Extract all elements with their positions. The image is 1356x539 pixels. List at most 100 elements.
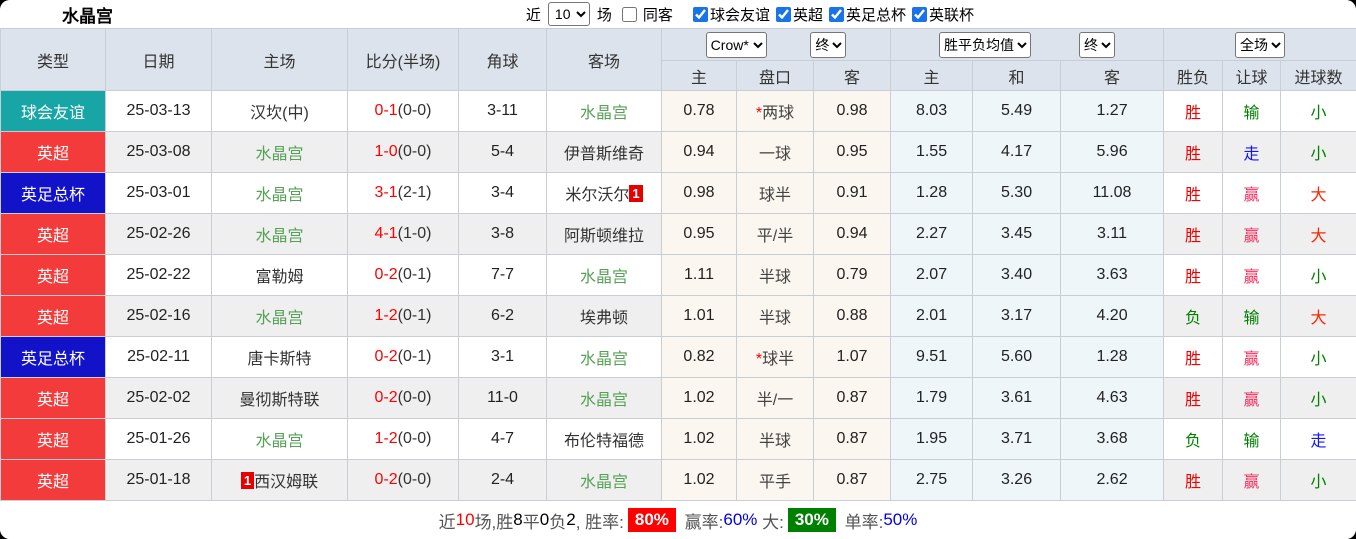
avg-draw-odds: 5.49 [972, 90, 1062, 132]
summary-segment: 平 [522, 512, 540, 532]
match-type-badge: 英超 [0, 459, 106, 501]
competition-label-1: 英超 [792, 6, 823, 24]
handicap-away-odds: 0.91 [812, 172, 892, 214]
avg-home-odds: 2.07 [890, 254, 974, 296]
handicap-home-odds: 1.02 [661, 377, 737, 419]
away-team: 布伦特福德 [546, 418, 662, 460]
top-bar: 水晶宫 近 10 场 同客 球会友谊 英超 英足总杯 英联杯 [0, 0, 1356, 28]
home-team: 水晶宫 [211, 418, 348, 460]
avg-time-select[interactable]: 终 [1079, 31, 1116, 58]
avg-draw-odds: 4.17 [972, 131, 1062, 173]
match-date: 25-02-02 [105, 377, 212, 419]
handicap-line: 平/半 [736, 213, 814, 255]
summary-segment: 60% [723, 510, 758, 529]
handicap-result: 赢 [1222, 254, 1282, 296]
match-stats-panel: 水晶宫 近 10 场 同客 球会友谊 英超 英足总杯 英联杯 类型 日期 主场 比分(… [0, 0, 1356, 539]
away-team: 水晶宫 [546, 336, 662, 378]
match-row: 英超 25-02-02 曼彻斯特联 0-2(0-0) 11-0 水晶宫 1.02 半/一 0.8… [0, 377, 1356, 419]
handicap-home-odds: 0.95 [661, 213, 737, 255]
summary-segment: 50% [883, 510, 918, 529]
handicap-result: 输 [1222, 295, 1282, 337]
outcome-result: 胜 [1163, 459, 1224, 501]
match-date: 25-02-22 [105, 254, 212, 296]
avg-away-odds: 3.11 [1060, 213, 1165, 255]
col-header-corner: 角球 [458, 28, 547, 91]
avg-odds-select[interactable]: 胜平负均值 [939, 31, 1032, 58]
away-team: 水晶宫 [546, 459, 662, 501]
summary-segment: 10 [455, 510, 475, 529]
corner-count: 3-8 [458, 213, 547, 255]
match-row: 英超 25-01-18 1 西汉姆联 0-2(0-0) 2-4 水晶宫 1.02 平手 0.87 2… [0, 459, 1356, 501]
goals-result: 小 [1280, 254, 1356, 296]
competition-checkbox-0[interactable] [692, 6, 708, 22]
summary-segment: 赢率: [679, 512, 724, 532]
outcome-result: 负 [1163, 295, 1224, 337]
handicap-line: 平手 [736, 459, 814, 501]
match-row: 英超 25-03-08 水晶宫 1-0(0-0) 5-4 伊普斯维奇 0.94 一球 0.95 1… [0, 131, 1356, 173]
handicap-result: 赢 [1222, 459, 1282, 501]
col-header-home: 主场 [211, 28, 348, 91]
avg-home-odds: 1.95 [890, 418, 974, 460]
match-date: 25-01-18 [105, 459, 212, 501]
handicap-away-odds: 0.87 [812, 418, 892, 460]
home-team: 水晶宫 [211, 131, 348, 173]
outcome-result: 胜 [1163, 377, 1224, 419]
competition-checkbox-3[interactable] [911, 6, 927, 22]
match-row: 英超 25-02-22 富勒姆 0-2(0-1) 7-7 水晶宫 1.11 半球 0.79 2.0… [0, 254, 1356, 296]
match-type-badge: 英超 [0, 418, 106, 460]
match-date: 25-03-01 [105, 172, 212, 214]
summary-bar: 近 10 场,胜 8 平 0 负 2, 胜率: 80% 赢率: 60% 大: 30% 单率: 50% [0, 501, 1356, 539]
period-select[interactable]: 全场 [1235, 31, 1286, 58]
avg-draw-odds: 3.40 [972, 254, 1062, 296]
home-team: 汉坎(中) [211, 90, 348, 132]
match-date: 25-01-26 [105, 418, 212, 460]
recent-count-select[interactable]: 10 [547, 2, 590, 26]
handicap-away-odds: 0.79 [812, 254, 892, 296]
handicap-line: *球半 [736, 336, 814, 378]
corner-count: 5-4 [458, 131, 547, 173]
handicap-time-select[interactable]: 终 [810, 31, 847, 58]
goals-result: 小 [1280, 459, 1356, 501]
match-type-badge: 英超 [0, 295, 106, 337]
match-date: 25-02-16 [105, 295, 212, 337]
avg-away-odds: 2.62 [1060, 459, 1165, 501]
corner-count: 3-4 [458, 172, 547, 214]
handicap-home-odds: 0.78 [661, 90, 737, 132]
over-rate-badge: 30% [787, 508, 836, 532]
competition-checkbox-2[interactable] [828, 6, 844, 22]
competition-checkbox-1[interactable] [775, 6, 791, 22]
handicap-result: 赢 [1222, 377, 1282, 419]
corner-count: 11-0 [458, 377, 547, 419]
same-venue-checkbox[interactable] [621, 6, 637, 22]
avg-draw-odds: 3.61 [972, 377, 1062, 419]
subheader-odds-line: 盘口 [736, 60, 814, 91]
match-row: 英超 25-02-26 水晶宫 4-1(1-0) 3-8 阿斯顿维拉 0.95 平/半 0.94… [0, 213, 1356, 255]
result-group: 全场 [1163, 28, 1356, 61]
avg-draw-odds: 3.45 [972, 213, 1062, 255]
match-row: 英超 25-02-16 水晶宫 1-2(0-1) 6-2 埃弗顿 1.01 半球 0.88 2.0… [0, 295, 1356, 337]
outcome-result: 胜 [1163, 254, 1224, 296]
match-date: 25-02-26 [105, 213, 212, 255]
competition-label-0: 球会友谊 [709, 6, 770, 24]
subheader-avg-home: 主 [890, 60, 974, 91]
col-header-type: 类型 [0, 28, 106, 91]
avg-home-odds: 9.51 [890, 336, 974, 378]
bookmaker-select[interactable]: Crow* [705, 31, 767, 58]
team-title: 水晶宫 [62, 6, 113, 26]
summary-segment: 8 [513, 510, 523, 529]
goals-result: 走 [1280, 418, 1356, 460]
col-header-score: 比分(半场) [347, 28, 459, 91]
home-team: 水晶宫 [211, 213, 348, 255]
home-team: 曼彻斯特联 [211, 377, 348, 419]
handicap-away-odds: 0.98 [812, 90, 892, 132]
handicap-line: 半/一 [736, 377, 814, 419]
outcome-result: 胜 [1163, 90, 1224, 132]
handicap-away-odds: 0.94 [812, 213, 892, 255]
avg-draw-odds: 3.71 [972, 418, 1062, 460]
handicap-away-odds: 0.95 [812, 131, 892, 173]
handicap-away-odds: 0.88 [812, 295, 892, 337]
avg-away-odds: 3.68 [1060, 418, 1165, 460]
goals-result: 小 [1280, 90, 1356, 132]
avg-home-odds: 1.79 [890, 377, 974, 419]
avg-home-odds: 2.75 [890, 459, 974, 501]
